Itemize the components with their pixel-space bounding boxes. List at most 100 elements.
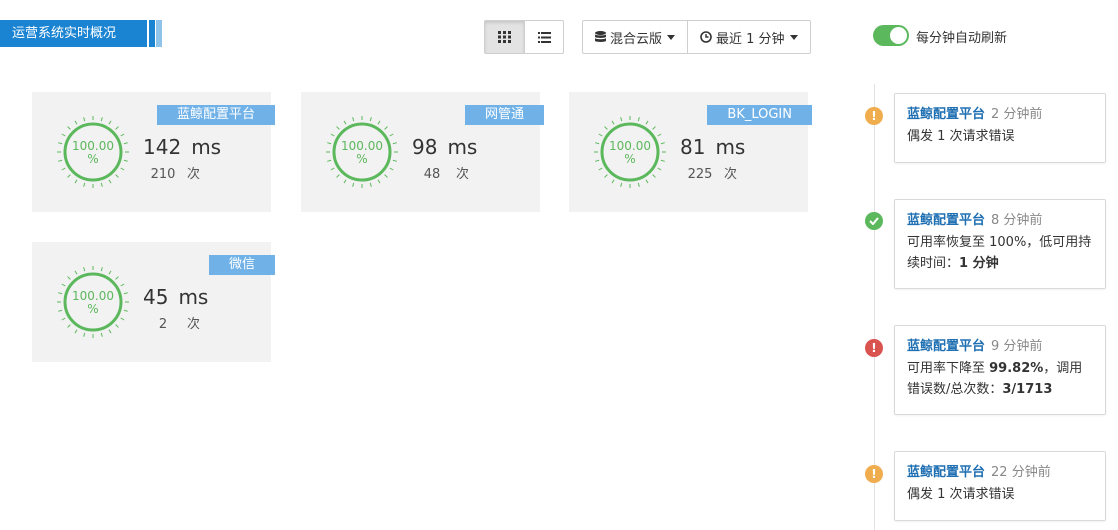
list-view-button[interactable] (524, 21, 563, 53)
auto-refresh-toggle[interactable] (873, 25, 909, 46)
list-icon (537, 31, 551, 43)
gauge-tick (611, 120, 615, 125)
gauge-tick (74, 179, 78, 184)
event-time: 22 分钟前 (991, 465, 1051, 480)
service-card[interactable]: 网管通 100.00% 98 ms 48 次 (301, 92, 544, 212)
caret-down-icon (667, 34, 676, 40)
gauge-tick (336, 174, 340, 178)
gauge-tick (604, 174, 608, 178)
warning-icon: ! (865, 465, 883, 483)
warning-icon: ! (865, 107, 883, 125)
clock-icon (700, 31, 712, 43)
gauge-tick (67, 276, 71, 280)
gauge-tick (120, 133, 125, 137)
gauge-tick (67, 324, 71, 328)
event-source-link[interactable]: 蓝鲸配置平台 (907, 339, 985, 354)
gauge-tick (61, 283, 66, 287)
title-accent-bar-light (156, 20, 162, 47)
auto-refresh-label: 每分钟自动刷新 (916, 31, 1008, 46)
request-count: 48 次 (423, 167, 470, 182)
gauge-tick (61, 317, 66, 321)
latency-value: 81 ms (680, 135, 746, 159)
service-card[interactable]: 微信 100.00% 45 ms 2次 (32, 242, 275, 362)
gauge-tick (377, 120, 381, 125)
service-card[interactable]: 蓝鲸配置平台 100.00% 142 ms 210 次 (32, 92, 275, 212)
event-time: 2 分钟前 (991, 107, 1043, 122)
gauge-tick (61, 167, 66, 171)
gauge-tick (67, 126, 71, 130)
request-count: 2次 (158, 317, 201, 332)
gauge-tick (637, 182, 640, 187)
gauge-tick (330, 133, 335, 137)
gauge-tick (389, 167, 394, 171)
service-tag: 微信 (208, 255, 275, 275)
gauge-tick (115, 324, 119, 328)
page-title: 运营系统实时概况 (0, 20, 147, 47)
time-range-dropdown[interactable]: 最近 1 分钟 (687, 21, 810, 53)
gauge-tick (83, 332, 86, 337)
event-message: 偶发 1 次请求错误 (907, 487, 1015, 502)
grid-view-button[interactable] (485, 21, 524, 53)
event-card[interactable]: 蓝鲸配置平台 8 分钟前 可用率恢复至 100%，低可用持续时间：1 分钟 (894, 199, 1106, 289)
check-icon (865, 212, 883, 230)
gauge-tick (657, 133, 662, 137)
gauge-tick (67, 174, 71, 178)
gauge-tick (611, 179, 615, 184)
gauge-tick (384, 174, 388, 178)
event-source-link[interactable]: 蓝鲸配置平台 (907, 107, 985, 122)
service-tag: 网管通 (464, 105, 544, 125)
request-count: 210 次 (150, 167, 201, 182)
event-time: 9 分钟前 (991, 339, 1043, 354)
request-count: 225 次 (687, 167, 738, 182)
gauge-tick (115, 174, 119, 178)
availability-value: 100.00% (609, 139, 651, 166)
service-card[interactable]: BK_LOGIN 100.00% 81 ms 225 次 (569, 92, 812, 212)
gauge-tick (645, 120, 649, 125)
gauge-tick (652, 174, 656, 178)
event-card[interactable]: 蓝鲸配置平台 2 分钟前 偶发 1 次请求错误 (894, 93, 1106, 163)
gauge-tick (352, 117, 355, 122)
gauge-tick (108, 179, 112, 184)
gauge-tick (369, 182, 372, 187)
gauge-tick (352, 182, 355, 187)
filter-group: 混合云版 最近 1 分钟 (582, 20, 811, 54)
event-source-link[interactable]: 蓝鲸配置平台 (907, 465, 985, 480)
gauge-tick (61, 133, 66, 137)
event-card[interactable]: 蓝鲸配置平台 9 分钟前 可用率下降至 99.82%，调用错误数/总次数：3/17… (894, 325, 1106, 415)
gauge-tick (377, 179, 381, 184)
event-card[interactable]: 蓝鲸配置平台 22 分钟前 偶发 1 次请求错误 (894, 451, 1106, 521)
cloud-version-label: 混合云版 (610, 31, 663, 47)
gauge-tick (83, 182, 86, 187)
gauge-tick (120, 167, 125, 171)
gauge-tick (389, 133, 394, 137)
latency-value: 45 ms (143, 285, 209, 309)
gauge-tick (108, 329, 112, 334)
gauge-tick (83, 267, 86, 272)
gauge-tick (598, 133, 603, 137)
gauge-tick (108, 120, 112, 125)
latency-value: 98 ms (412, 135, 478, 159)
availability-value: 100.00% (72, 289, 114, 316)
gauge-tick (83, 117, 86, 122)
service-tag: BK_LOGIN (707, 105, 812, 125)
gauge-tick (74, 120, 78, 125)
gauge-tick (645, 179, 649, 184)
gauge-tick (108, 270, 112, 275)
gauge-tick (74, 270, 78, 275)
gauge-tick (637, 117, 640, 122)
gauge-tick (120, 317, 125, 321)
gauge-tick (120, 283, 125, 287)
gauge-tick (343, 179, 347, 184)
event-message: 可用率下降至 99.82%，调用错误数/总次数：3/1713 (907, 361, 1083, 397)
event-source-link[interactable]: 蓝鲸配置平台 (907, 213, 985, 228)
gauge-tick (343, 120, 347, 125)
event-message: 可用率恢复至 100%，低可用持续时间：1 分钟 (907, 235, 1092, 271)
event-time: 8 分钟前 (991, 213, 1043, 228)
grid-icon (498, 31, 511, 43)
cloud-version-dropdown[interactable]: 混合云版 (583, 21, 687, 53)
gauge-tick (100, 117, 103, 122)
gauge-tick (620, 117, 623, 122)
event-message: 偶发 1 次请求错误 (907, 129, 1015, 144)
gauge-tick (100, 332, 103, 337)
toggle-knob (890, 27, 907, 44)
